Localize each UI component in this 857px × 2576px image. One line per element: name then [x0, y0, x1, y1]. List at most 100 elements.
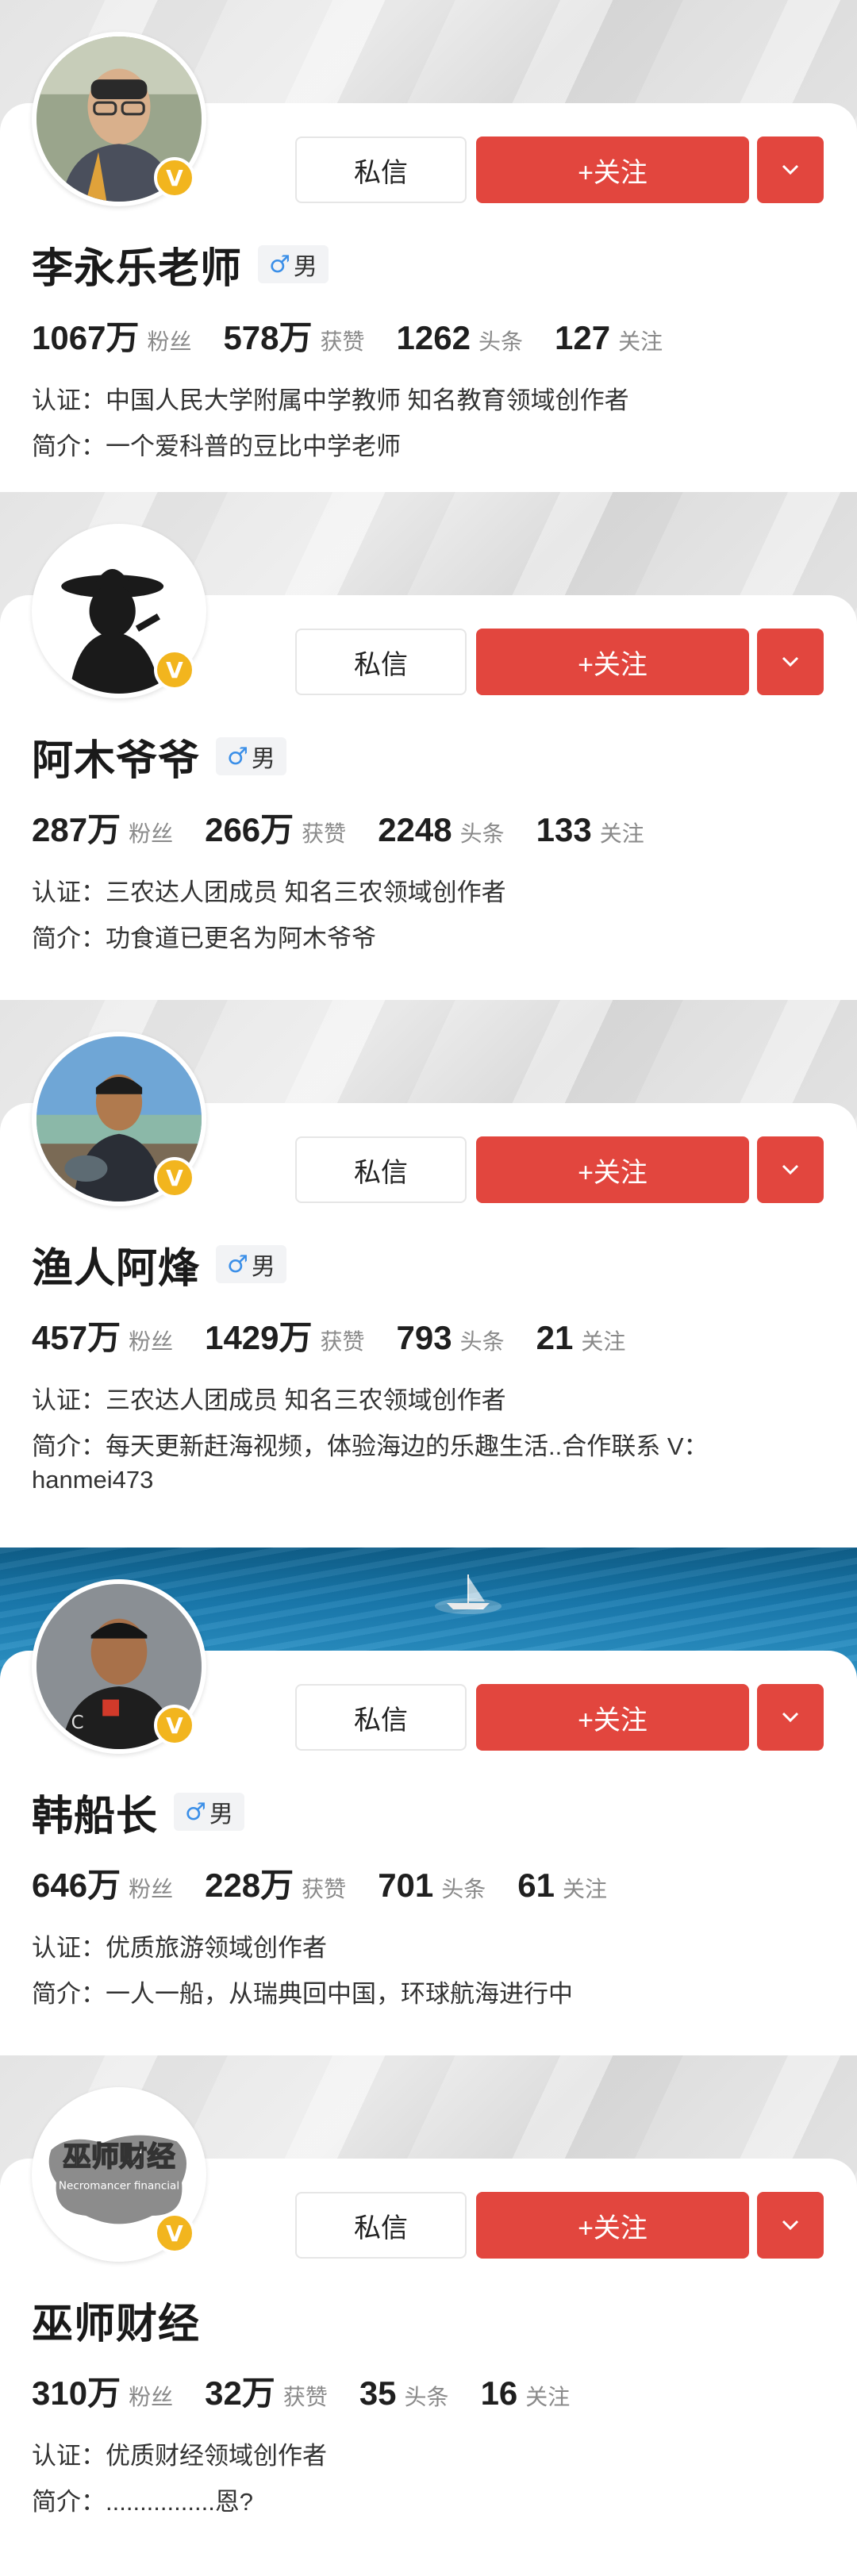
posts-stat[interactable]: 1262 头条: [397, 319, 523, 357]
verified-badge-icon: V: [154, 157, 195, 198]
fans-label: 粉丝: [147, 329, 192, 354]
chevron-down-icon: [782, 1164, 799, 1175]
fans-stat[interactable]: 310万 粉丝: [32, 2366, 173, 2415]
message-button[interactable]: 私信: [295, 136, 467, 203]
profile-info: 认证：三农达人团成员 知名三农领域创作者 简介：功食道已更名为阿木爷爷: [32, 870, 825, 962]
fans-stat[interactable]: 646万 粉丝: [32, 1859, 173, 1907]
avatar[interactable]: V: [32, 1032, 206, 1206]
following-label: 关注: [599, 821, 644, 846]
message-button[interactable]: 私信: [295, 1136, 467, 1203]
posts-stat[interactable]: 793 头条: [397, 1319, 505, 1357]
fans-count: 287万: [32, 811, 121, 848]
chevron-down-icon: [782, 1712, 799, 1723]
intro-prefix: 简介：: [32, 925, 106, 952]
more-options-button[interactable]: [757, 629, 824, 695]
profile-card: 私信 +关注 渔人阿烽 ♂ 男 457万 粉丝 1429万 获赞 793 头条 21 关…: [0, 1000, 857, 1548]
avatar[interactable]: C V: [32, 1579, 206, 1754]
chevron-down-icon: [782, 164, 799, 175]
posts-label: 头条: [404, 2385, 449, 2409]
profile-name: 阿木爷爷: [32, 737, 201, 784]
verified-badge-icon: V: [154, 649, 195, 690]
gender-tag: ♂ 男: [216, 737, 286, 775]
following-label: 关注: [563, 1877, 608, 1901]
cert-line: 认证：优质财经领域创作者: [32, 2433, 825, 2479]
intro-text: 每天更新赶海视频，体验海边的乐趣生活..合作联系 V：hanmei473: [32, 1432, 709, 1494]
posts-count: 35: [359, 2374, 397, 2412]
gender-tag: ♂ 男: [216, 1245, 286, 1283]
more-options-button[interactable]: [757, 2192, 824, 2259]
male-icon: ♂: [185, 1797, 206, 1826]
likes-label: 获赞: [302, 1877, 347, 1901]
more-options-button[interactable]: [757, 136, 824, 203]
fans-stat[interactable]: 287万 粉丝: [32, 803, 173, 852]
following-label: 关注: [525, 2385, 571, 2409]
posts-label: 头条: [478, 329, 523, 354]
cert-prefix: 认证：: [32, 1386, 106, 1414]
verified-badge-icon: V: [154, 1705, 195, 1746]
avatar[interactable]: V: [32, 32, 206, 206]
cert-prefix: 认证：: [32, 2442, 106, 2470]
follow-button[interactable]: +关注: [476, 136, 749, 203]
likes-count: 1429万: [205, 1319, 313, 1356]
intro-line: 简介：................恩?: [32, 2479, 825, 2525]
posts-stat[interactable]: 35 头条: [359, 2374, 449, 2413]
avatar[interactable]: 巫师财经 Necromancer financial V: [32, 2087, 206, 2262]
more-options-button[interactable]: [757, 1684, 824, 1751]
message-button[interactable]: 私信: [295, 2192, 467, 2259]
following-stat[interactable]: 133 关注: [536, 811, 644, 849]
intro-line: 简介：功食道已更名为阿木爷爷: [32, 916, 825, 962]
avatar[interactable]: V: [32, 524, 206, 698]
likes-count: 578万: [223, 319, 313, 356]
logo-subtitle: Necromancer financial: [59, 2180, 179, 2193]
posts-label: 头条: [459, 1329, 505, 1354]
fans-count: 1067万: [32, 319, 140, 356]
profile-info: 认证：优质旅游领域创作者 简介：一人一船，从瑞典回中国，环球航海进行中: [32, 1925, 825, 2017]
posts-count: 2248: [378, 811, 452, 848]
following-count: 133: [536, 811, 592, 848]
intro-line: 简介：一个爱科普的豆比中学老师: [32, 424, 825, 470]
fans-stat[interactable]: 1067万 粉丝: [32, 311, 191, 359]
follow-button[interactable]: +关注: [476, 1136, 749, 1203]
posts-count: 1262: [396, 319, 471, 356]
cert-text: 中国人民大学附属中学教师 知名教育领域创作者: [106, 386, 629, 414]
more-options-button[interactable]: [757, 1136, 824, 1203]
profile-card: 私信 +关注 阿木爷爷 ♂ 男 287万 粉丝 266万 获赞 2248 头条 133…: [0, 492, 857, 1000]
posts-stat[interactable]: 2248 头条: [378, 811, 504, 849]
cert-line: 认证：三农达人团成员 知名三农领域创作者: [32, 870, 825, 916]
svg-text:C: C: [71, 1713, 84, 1733]
message-button[interactable]: 私信: [295, 1684, 467, 1751]
stats-row: 457万 粉丝 1429万 获赞 793 头条 21 关注: [32, 1311, 657, 1359]
gender-tag: ♂ 男: [174, 1793, 244, 1831]
male-icon: ♂: [227, 1250, 248, 1278]
posts-label: 头条: [441, 1877, 486, 1901]
following-count: 61: [517, 1867, 555, 1904]
gender-label: 男: [293, 254, 317, 280]
follow-button[interactable]: +关注: [476, 2192, 749, 2259]
likes-label: 获赞: [320, 1329, 365, 1354]
posts-stat[interactable]: 701 头条: [378, 1867, 486, 1905]
follow-button[interactable]: +关注: [476, 629, 749, 695]
sailboat-icon: [435, 1574, 502, 1614]
intro-text: ................恩?: [106, 2488, 254, 2516]
message-button[interactable]: 私信: [295, 629, 467, 695]
fans-count: 310万: [32, 2374, 121, 2412]
profile-card: 私信 +关注 李永乐老师 ♂ 男 1067万 粉丝 578万 获赞 1262 头条 1…: [0, 0, 857, 492]
likes-label: 获赞: [282, 2385, 328, 2409]
profile-name: 巫师财经: [32, 2301, 201, 2347]
fans-stat[interactable]: 457万 粉丝: [32, 1311, 173, 1359]
follow-button[interactable]: +关注: [476, 1684, 749, 1751]
intro-prefix: 简介：: [32, 2488, 106, 2516]
verified-badge-icon: V: [154, 2213, 195, 2254]
chevron-down-icon: [782, 656, 799, 667]
profile-name: 韩船长: [32, 1793, 159, 1840]
gender-label: 男: [251, 746, 275, 772]
following-stat[interactable]: 127 关注: [555, 319, 663, 357]
likes-stat: 266万 获赞: [205, 803, 346, 852]
following-stat[interactable]: 61 关注: [517, 1867, 607, 1905]
cert-line: 认证：优质旅游领域创作者: [32, 1925, 825, 1971]
following-count: 21: [536, 1319, 574, 1356]
following-stat[interactable]: 21 关注: [536, 1319, 626, 1357]
cert-text: 优质旅游领域创作者: [106, 1934, 327, 1962]
likes-label: 获赞: [320, 329, 365, 354]
following-stat[interactable]: 16 关注: [481, 2374, 571, 2413]
